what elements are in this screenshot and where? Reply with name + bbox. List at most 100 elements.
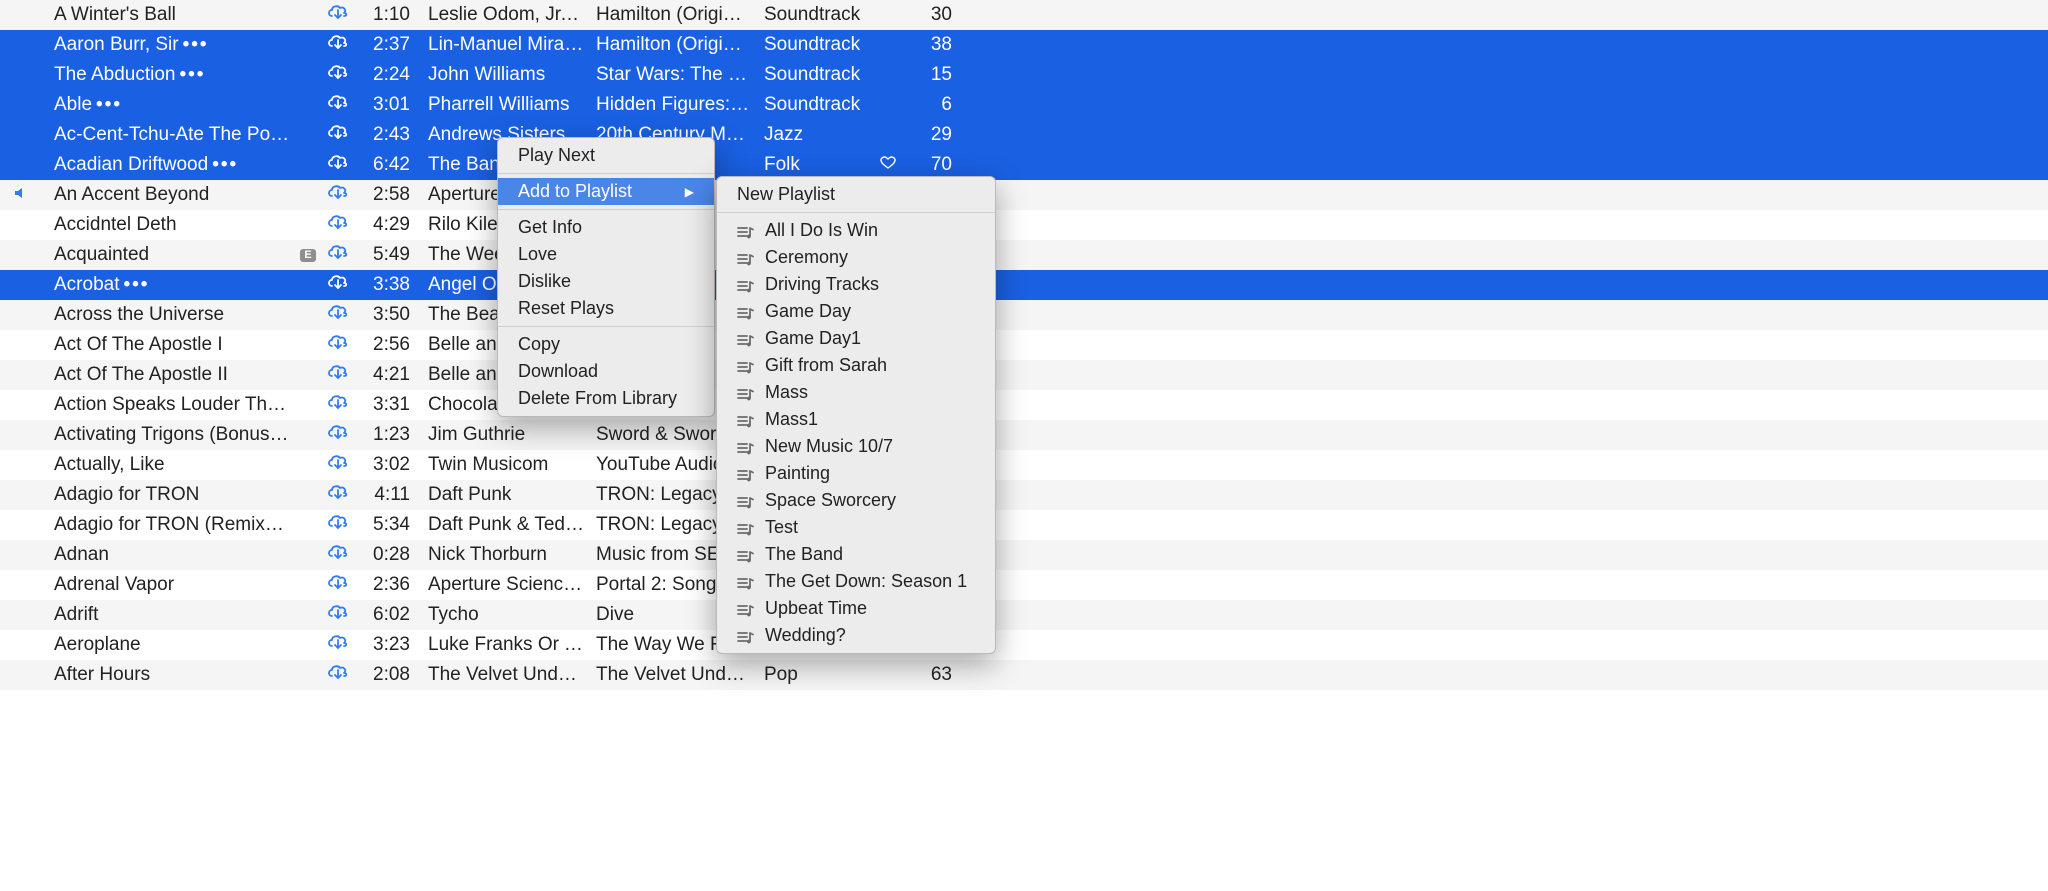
cloud-download-icon[interactable] (326, 513, 350, 537)
track-name[interactable]: Ac-Cent-Tchu-Ate The Posi…••• (40, 124, 298, 146)
menu-item-playlist[interactable]: Wedding? (717, 622, 995, 649)
cloud-download-icon[interactable] (326, 153, 350, 177)
cloud-download-icon[interactable] (326, 663, 350, 687)
track-row[interactable]: Activating Trigons (Bonus Track)1:23Jim … (0, 420, 2048, 450)
menu-item[interactable]: Copy (498, 331, 714, 358)
menu-item-playlist[interactable]: Mass1 (717, 406, 995, 433)
track-row[interactable]: Adagio for TRON (Remixed by T…5:34Daft P… (0, 510, 2048, 540)
menu-item-playlist[interactable]: Test (717, 514, 995, 541)
track-row[interactable]: Ac-Cent-Tchu-Ate The Posi…•••2:43Andrews… (0, 120, 2048, 150)
menu-item-add-to-playlist[interactable]: Add to Playlist (498, 178, 714, 205)
track-row[interactable]: After Hours2:08The Velvet Under…The Velv… (0, 660, 2048, 690)
menu-item-playlist[interactable]: Gift from Sarah (717, 352, 995, 379)
love-icon[interactable] (880, 154, 896, 176)
track-name[interactable]: Adnan (40, 544, 298, 566)
track-artist[interactable]: Leslie Odom, Jr., L… (422, 4, 590, 26)
cloud-download-icon[interactable] (326, 63, 350, 87)
track-name[interactable]: The Abduction••• (40, 64, 298, 86)
more-icon[interactable]: ••• (183, 34, 209, 55)
track-artist[interactable]: Daft Punk & Tedd… (422, 514, 590, 536)
track-row[interactable]: Aaron Burr, Sir•••2:37Lin-Manuel Miran…H… (0, 30, 2048, 60)
cloud-download-icon[interactable] (326, 603, 350, 627)
track-row[interactable]: Acrobat•••3:38Angel Ols (0, 270, 2048, 300)
cloud-download-icon[interactable] (326, 543, 350, 567)
menu-item[interactable]: Dislike (498, 268, 714, 295)
track-row[interactable]: A Winter's Ball1:10Leslie Odom, Jr., L…H… (0, 0, 2048, 30)
menu-item[interactable]: Delete From Library (498, 385, 714, 412)
track-album[interactable]: Hidden Figures: T… (590, 94, 758, 116)
menu-item-playlist[interactable]: Mass (717, 379, 995, 406)
track-row[interactable]: Actually, Like3:02Twin MusicomYouTube Au… (0, 450, 2048, 480)
track-row[interactable]: AcquaintedE5:49The Week (0, 240, 2048, 270)
track-artist[interactable]: Jim Guthrie (422, 424, 590, 446)
cloud-download-icon[interactable] (326, 213, 350, 237)
menu-item-new-playlist[interactable]: New Playlist (717, 181, 995, 208)
track-row[interactable]: Adrift6:02TychoDive (0, 600, 2048, 630)
track-row[interactable]: Adnan0:28Nick ThorburnMusic from SERIA (0, 540, 2048, 570)
track-genre[interactable]: Soundtrack (758, 64, 874, 86)
track-artist[interactable]: John Williams (422, 64, 590, 86)
track-album[interactable]: Hamilton (Original… (590, 34, 758, 56)
track-name[interactable]: Act Of The Apostle II (40, 364, 298, 386)
track-name[interactable]: Adagio for TRON (Remixed by T… (40, 514, 298, 536)
cloud-download-icon[interactable] (326, 483, 350, 507)
track-artist[interactable]: Lin-Manuel Miran… (422, 34, 590, 56)
track-album[interactable]: Hamilton (Original… (590, 4, 758, 26)
track-artist[interactable]: The Velvet Under… (422, 664, 590, 686)
track-row[interactable]: Across the Universe3:50The Beatl (0, 300, 2048, 330)
track-name[interactable]: Acrobat••• (40, 274, 298, 296)
track-genre[interactable]: Soundtrack (758, 94, 874, 116)
track-genre[interactable]: Pop (758, 664, 874, 686)
track-genre[interactable]: Soundtrack (758, 4, 874, 26)
cloud-download-icon[interactable] (326, 633, 350, 657)
track-genre[interactable]: Jazz (758, 124, 874, 146)
menu-item-playlist[interactable]: Painting (717, 460, 995, 487)
track-name[interactable]: Activating Trigons (Bonus Track) (40, 424, 298, 446)
cloud-download-icon[interactable] (326, 423, 350, 447)
menu-item-playlist[interactable]: Game Day1 (717, 325, 995, 352)
track-name[interactable]: After Hours (40, 664, 298, 686)
menu-item[interactable]: Reset Plays (498, 295, 714, 322)
menu-item[interactable]: Love (498, 241, 714, 268)
menu-item-playlist[interactable]: Upbeat Time (717, 595, 995, 622)
track-name[interactable]: Aeroplane (40, 634, 298, 656)
cloud-download-icon[interactable] (326, 33, 350, 57)
track-artist[interactable]: Twin Musicom (422, 454, 590, 476)
track-name[interactable]: A Winter's Ball (40, 4, 298, 26)
menu-item-playlist[interactable]: The Get Down: Season 1 (717, 568, 995, 595)
cloud-download-icon[interactable] (326, 303, 350, 327)
menu-item-playlist[interactable]: Driving Tracks (717, 271, 995, 298)
track-name[interactable]: Adagio for TRON (40, 484, 298, 506)
menu-item-playlist[interactable]: New Music 10/7 (717, 433, 995, 460)
track-album[interactable]: The Velvet Under… (590, 664, 758, 686)
track-row[interactable]: Aeroplane3:23Luke Franks Or Th…The Way W… (0, 630, 2048, 660)
track-row[interactable]: Accidntel Deth4:29Rilo Kiley (0, 210, 2048, 240)
track-artist[interactable]: Daft Punk (422, 484, 590, 506)
cloud-download-icon[interactable] (326, 393, 350, 417)
track-row[interactable]: Act Of The Apostle I2:56Belle and (0, 330, 2048, 360)
track-row[interactable]: Able•••3:01Pharrell WilliamsHidden Figur… (0, 90, 2048, 120)
more-icon[interactable]: ••• (123, 274, 149, 295)
menu-item-playlist[interactable]: Game Day (717, 298, 995, 325)
track-genre[interactable]: Soundtrack (758, 34, 874, 56)
track-name[interactable]: Accidntel Deth (40, 214, 298, 236)
more-icon[interactable]: ••• (96, 94, 122, 115)
menu-item[interactable]: Play Next (498, 142, 714, 169)
track-row[interactable]: Adagio for TRON4:11Daft PunkTRON: Legacy (0, 480, 2048, 510)
track-row[interactable]: Adrenal Vapor2:36Aperture Scienc…Portal … (0, 570, 2048, 600)
menu-item-playlist[interactable]: Space Sworcery (717, 487, 995, 514)
track-row[interactable]: Acadian Driftwood•••6:42The Bandes…Folk7… (0, 150, 2048, 180)
track-name[interactable]: Acquainted (40, 244, 298, 266)
track-genre[interactable]: Folk (758, 154, 874, 176)
track-row[interactable]: Act Of The Apostle II4:21Belle and (0, 360, 2048, 390)
track-row[interactable]: An Accent Beyond2:58Aperture (0, 180, 2048, 210)
menu-item-playlist[interactable]: All I Do Is Win (717, 217, 995, 244)
track-name[interactable]: Adrenal Vapor (40, 574, 298, 596)
track-name[interactable]: An Accent Beyond (40, 184, 298, 206)
track-name[interactable]: Action Speaks Louder Than Wor… (40, 394, 298, 416)
track-name[interactable]: Act Of The Apostle I (40, 334, 298, 356)
track-artist[interactable]: Aperture Scienc… (422, 574, 590, 596)
track-name[interactable]: Able••• (40, 94, 298, 116)
menu-item[interactable]: Get Info (498, 214, 714, 241)
cloud-download-icon[interactable] (326, 273, 350, 297)
